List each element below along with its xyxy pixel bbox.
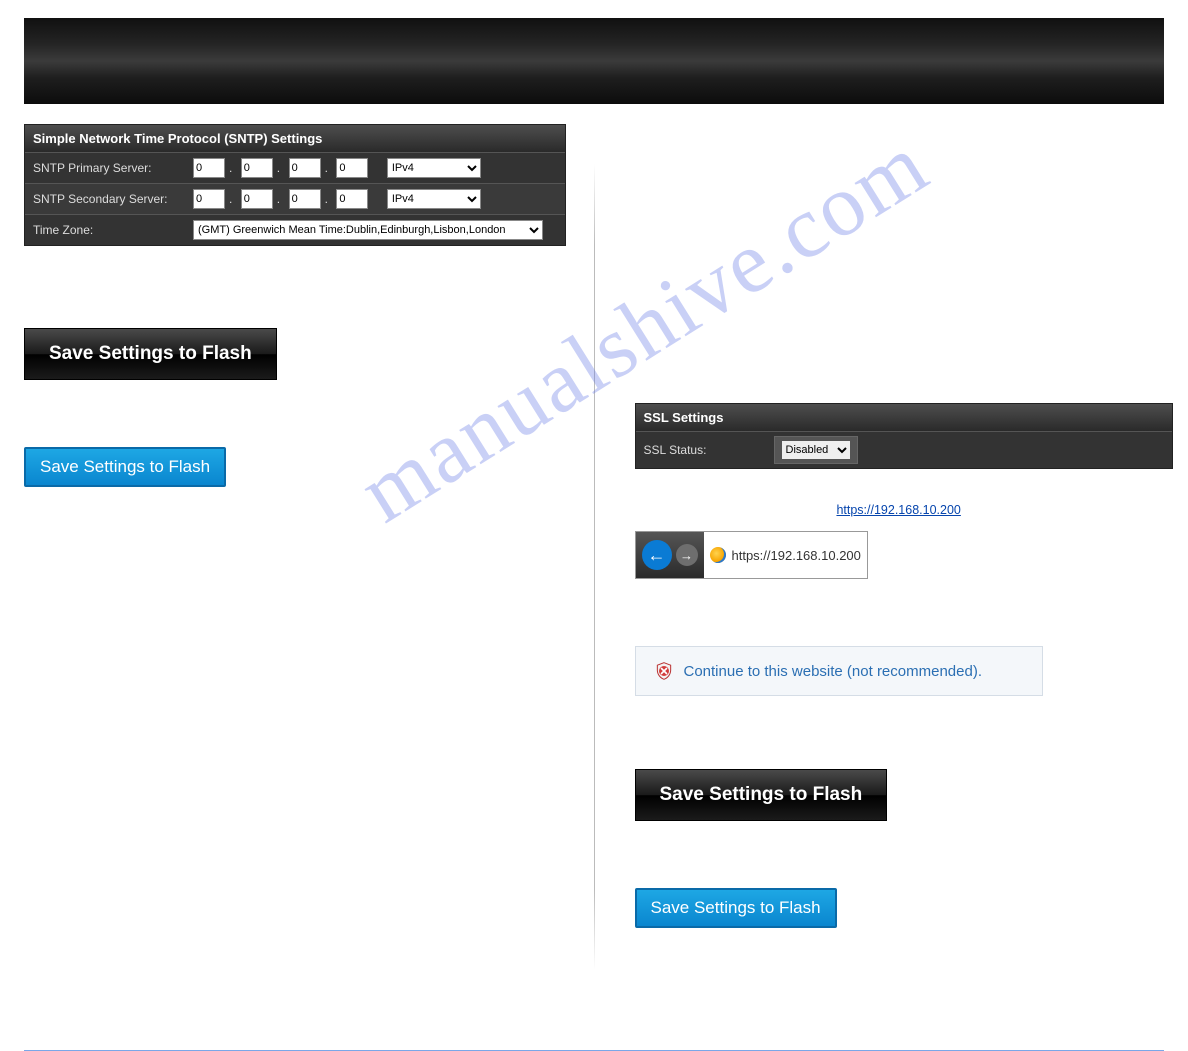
sntp-secondary-row: SNTP Secondary Server: . . . IPv4 (25, 183, 565, 214)
sntp-secondary-ip-group: . . . IPv4 (193, 189, 481, 209)
save-dark-button-left[interactable]: Save Settings to Flash (24, 328, 277, 380)
browser-url-text: https://192.168.10.200 (732, 548, 861, 563)
right-rnote: Note: This step saves all configuration … (635, 971, 1165, 1005)
ssl-panel: SSL Settings SSL Status: Disabled (635, 403, 1173, 469)
sntp-tz-label: Time Zone: (33, 223, 193, 237)
sntp-secondary-label: SNTP Secondary Server: (33, 192, 193, 206)
left-p4: 6. Click Save Settings to Flash (menu). (24, 400, 554, 417)
right-after-ssl: If enabling SSL management access, you w… (635, 485, 1165, 519)
right-step1: 1. Log into your switch management page … (635, 232, 1165, 266)
sntp-secondary-octet3[interactable] (289, 189, 321, 209)
right-step3: 3. Review the settings. Click Apply to s… (635, 295, 1165, 312)
left-note: Note: This step saves all configuration … (24, 530, 554, 564)
header-banner (24, 18, 1164, 104)
right-r6: 5. Click Save Settings to Flash (menu). (635, 841, 1165, 858)
browser-nav-buttons: ← → (636, 532, 704, 578)
sntp-secondary-ipver[interactable]: IPv4 (387, 189, 481, 209)
browser-urlbar: ← → https://192.168.10.200 (635, 531, 868, 579)
sntp-primary-ip-group: . . . IPv4 (193, 158, 481, 178)
ssl-panel-title: SSL Settings (636, 404, 1172, 431)
left-p2: 5. In the left hand panel, click Tools, … (24, 275, 554, 292)
ssl-status-label: SSL Status: (644, 443, 774, 457)
ie-icon (710, 547, 726, 563)
arrow-right-icon: → (680, 548, 693, 563)
right-intro1: Enable HTTPS/SSL (Secure Socket Layer) m… (635, 130, 1165, 147)
sntp-secondary-octet1[interactable] (193, 189, 225, 209)
sntp-primary-row: SNTP Primary Server: . . . IPv4 (25, 152, 565, 183)
browser-address-field[interactable]: https://192.168.10.200 (704, 532, 867, 578)
save-dark-button-right[interactable]: Save Settings to Flash (635, 769, 888, 821)
right-r7: 6. Click Save Settings to Flash (button)… (635, 948, 1165, 965)
shield-error-icon (654, 661, 674, 681)
ssl-status-select[interactable]: Disabled (781, 440, 851, 460)
sntp-panel: Simple Network Time Protocol (SNTP) Sett… (24, 124, 566, 246)
browser-back-button[interactable]: ← (642, 540, 672, 570)
sntp-primary-octet4[interactable] (336, 158, 368, 178)
ssl-status-row: SSL Status: Disabled (636, 431, 1172, 468)
column-divider (594, 164, 595, 970)
sntp-tz-select[interactable]: (GMT) Greenwich Mean Time:Dublin,Edinbur… (193, 220, 543, 240)
ssl-status-cell: Disabled (774, 436, 858, 464)
right-intro2: System > SSL Settings (635, 153, 1165, 170)
right-bul1b: o Disabled – Disabled HTTPS/SSL manageme… (635, 364, 1165, 398)
right-r4: 4. In the left hand panel, click Tools, … (635, 716, 1165, 733)
left-column: Simple Network Time Protocol (SNTP) Sett… (24, 124, 554, 1010)
browser-forward-button[interactable]: → (676, 544, 698, 566)
right-column: Enable HTTPS/SSL (Secure Socket Layer) m… (635, 124, 1165, 1010)
sntp-panel-title: Simple Network Time Protocol (SNTP) Sett… (25, 125, 565, 152)
right-bul1: • SSL Status: (635, 318, 1165, 335)
left-p1: 4. Click Apply to save the settings. (24, 252, 554, 269)
sntp-secondary-octet2[interactable] (241, 189, 273, 209)
right-step2: 2. Click on System, and click on SSL Set… (635, 272, 1165, 289)
sntp-primary-ipver[interactable]: IPv4 (387, 158, 481, 178)
sntp-primary-octet3[interactable] (289, 158, 321, 178)
cert-warning-link[interactable]: Continue to this website (not recommende… (684, 663, 982, 680)
arrow-left-icon: ← (648, 545, 666, 566)
cert-warning-bar: Continue to this website (not recommende… (635, 646, 1043, 696)
right-bul1a: o Enabled – Enables HTTPS/SSL management… (635, 341, 1165, 358)
sntp-secondary-octet4[interactable] (336, 189, 368, 209)
sntp-primary-label: SNTP Primary Server: (33, 161, 193, 175)
right-after-ssl2: Click Continue, Proceed to this website,… (635, 589, 1165, 606)
sntp-tz-row: Time Zone: (GMT) Greenwich Mean Time:Dub… (25, 214, 565, 245)
https-example-link[interactable]: https://192.168.10.200 (836, 503, 960, 517)
sntp-primary-octet1[interactable] (193, 158, 225, 178)
save-blue-button-left[interactable]: Save Settings to Flash (24, 447, 226, 487)
sntp-primary-octet2[interactable] (241, 158, 273, 178)
left-p5: 7. Click Save Settings to Flash (button)… (24, 507, 554, 524)
save-blue-button-right[interactable]: Save Settings to Flash (635, 888, 837, 928)
right-intro3: By default, your router management page … (635, 176, 1165, 227)
